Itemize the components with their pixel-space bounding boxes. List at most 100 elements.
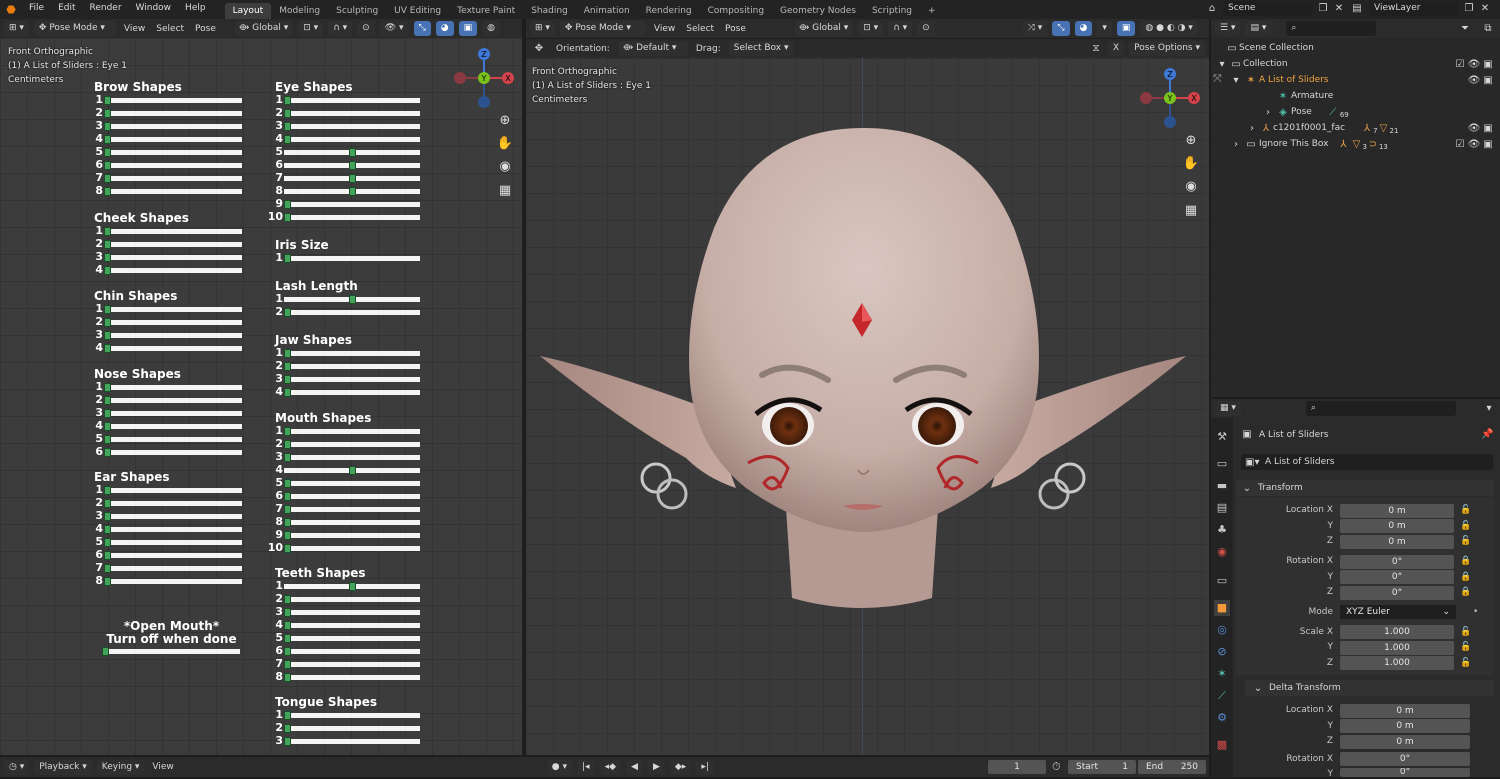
slider-knob[interactable] xyxy=(104,160,111,170)
shape-slider[interactable]: 4 xyxy=(93,342,242,354)
shape-slider[interactable]: 3 xyxy=(93,329,242,341)
shape-slider[interactable]: 1 xyxy=(273,94,420,106)
rotation-x-field[interactable]: 0° xyxy=(1340,555,1454,569)
editor-type-button[interactable]: ⊞ ▾ xyxy=(530,21,555,36)
slider-knob[interactable] xyxy=(284,594,291,604)
slider-knob[interactable] xyxy=(349,147,356,157)
shape-slider[interactable]: 1 xyxy=(273,347,420,359)
slider-knob[interactable] xyxy=(284,504,291,514)
outliner-row[interactable]: ✶ Armature xyxy=(1275,88,1333,104)
xray-toggle[interactable]: ▣ xyxy=(1116,21,1136,36)
chevron-right-icon[interactable]: › xyxy=(1229,137,1243,152)
overlay-dropdown[interactable]: ▾ xyxy=(1097,21,1112,36)
scale-y-field[interactable]: 1.000 xyxy=(1340,641,1454,655)
shape-slider[interactable]: 8 xyxy=(273,185,420,197)
delta-rotation-x-field[interactable]: 0° xyxy=(1340,752,1470,766)
shape-slider[interactable]: 8 xyxy=(93,575,242,587)
slider-knob[interactable] xyxy=(284,452,291,462)
checkbox-icon[interactable]: ☑ xyxy=(1453,57,1467,72)
tab-uv-editing[interactable]: UV Editing xyxy=(386,3,449,19)
rotation-mode-select[interactable]: XYZ Euler ⌄ xyxy=(1340,605,1456,619)
shape-slider[interactable]: 3 xyxy=(273,451,420,463)
menu-view[interactable]: View xyxy=(149,762,176,772)
camera-icon[interactable]: ▣ xyxy=(1481,137,1495,152)
next-keyframe-button[interactable]: ◆▸ xyxy=(669,759,692,775)
constraints-tab-icon[interactable]: ⊘ xyxy=(1214,644,1230,660)
slider-knob[interactable] xyxy=(104,304,111,314)
shape-slider[interactable]: 6 xyxy=(273,490,420,502)
slider-knob[interactable] xyxy=(284,307,291,317)
slider-knob[interactable] xyxy=(349,581,356,591)
slider-knob[interactable] xyxy=(349,465,356,475)
stopwatch-icon[interactable]: ⏱ xyxy=(1052,760,1061,774)
shape-slider[interactable]: 3 xyxy=(93,251,242,263)
menu-help[interactable]: Help xyxy=(178,0,213,19)
object-data-tab-icon[interactable]: ✶ xyxy=(1214,666,1230,682)
slider-knob[interactable] xyxy=(104,330,111,340)
record-button[interactable]: ● ▾ xyxy=(546,759,573,775)
shape-slider[interactable]: 3 xyxy=(273,735,420,747)
slider-knob[interactable] xyxy=(349,160,356,170)
shape-slider[interactable]: 3 xyxy=(93,407,242,419)
snap-selector[interactable]: ∩ ▾ xyxy=(888,21,913,36)
slider-knob[interactable] xyxy=(104,173,111,183)
slider-knob[interactable] xyxy=(284,491,291,501)
pivot-selector[interactable]: ⊡ ▾ xyxy=(858,21,884,36)
slider-knob[interactable] xyxy=(284,134,291,144)
slider-knob[interactable] xyxy=(104,550,111,560)
shape-slider[interactable]: 3 xyxy=(93,120,242,132)
slider-knob[interactable] xyxy=(349,173,356,183)
slider-knob[interactable] xyxy=(104,447,111,457)
overlay-toggle[interactable]: ◕ xyxy=(435,21,454,36)
copy-icon[interactable]: ❐ xyxy=(1463,1,1475,16)
slider-knob[interactable] xyxy=(349,294,356,304)
shape-slider[interactable]: 2 xyxy=(93,238,242,250)
rotation-y-field[interactable]: 0° xyxy=(1340,570,1454,584)
shape-slider[interactable]: 7 xyxy=(273,172,420,184)
left-viewport[interactable] xyxy=(0,38,522,755)
slider-knob[interactable] xyxy=(284,121,291,131)
shape-slider[interactable]: 8 xyxy=(93,185,242,197)
shape-slider[interactable]: 1 xyxy=(273,709,420,721)
slider-knob[interactable] xyxy=(104,421,111,431)
orientation-selector[interactable]: ⟴ Default ▾ xyxy=(617,41,688,56)
slider-knob[interactable] xyxy=(104,382,111,392)
menu-render[interactable]: Render xyxy=(83,0,129,19)
drag-selector[interactable]: Select Box ▾ xyxy=(728,41,794,56)
camera-icon[interactable]: ◉ xyxy=(495,157,515,177)
outliner-row[interactable]: › ⅄ c1201f0001_fac ⅄ 7 ▽ 21 👁 ▣ xyxy=(1245,120,1495,136)
scene-selector[interactable]: Scene xyxy=(1223,1,1313,16)
slider-knob[interactable] xyxy=(104,134,111,144)
editor-type-button[interactable]: ▦ ▾ xyxy=(1215,401,1241,416)
slider-knob[interactable] xyxy=(349,186,356,196)
navigation-gizmo[interactable]: Z X Y xyxy=(1138,66,1202,130)
shape-slider[interactable]: 7 xyxy=(93,172,242,184)
lock-icon[interactable]: 🔓 xyxy=(1460,536,1471,546)
tab-rendering[interactable]: Rendering xyxy=(638,3,700,19)
pan-hand-icon[interactable]: ✋ xyxy=(495,134,515,154)
proportional-icon[interactable]: ⊙ xyxy=(357,21,375,36)
slider-knob[interactable] xyxy=(104,95,111,105)
slider-knob[interactable] xyxy=(284,620,291,630)
camera-icon[interactable]: ◉ xyxy=(1181,177,1201,197)
slider-knob[interactable] xyxy=(284,253,291,263)
shape-slider[interactable]: 2 xyxy=(273,593,420,605)
pivot-selector[interactable]: ⊡ ▾ xyxy=(298,21,324,36)
grid-toggle-icon[interactable]: ▦ xyxy=(495,181,515,201)
menu-pose[interactable]: Pose xyxy=(192,24,219,34)
physics-tab-icon[interactable]: ◎ xyxy=(1214,622,1230,638)
slider-knob[interactable] xyxy=(284,426,291,436)
shape-slider[interactable]: 5 xyxy=(93,146,242,158)
editor-type-button[interactable]: ⊞ ▾ xyxy=(4,21,29,36)
render-tab-icon[interactable]: ▭ xyxy=(1214,456,1230,472)
slider-knob[interactable] xyxy=(284,95,291,105)
filter-icon[interactable]: ⏷ xyxy=(1455,21,1475,36)
slider-knob[interactable] xyxy=(284,607,291,617)
delta-location-z-field[interactable]: 0 m xyxy=(1340,735,1470,749)
slider-knob[interactable] xyxy=(104,485,111,495)
menu-keying[interactable]: Keying ▾ xyxy=(96,759,145,775)
slider-knob[interactable] xyxy=(284,517,291,527)
shape-slider[interactable]: 1 xyxy=(273,252,420,264)
chevron-down-icon[interactable]: ▾ xyxy=(1482,401,1496,416)
shape-slider[interactable]: 1 xyxy=(273,580,420,592)
